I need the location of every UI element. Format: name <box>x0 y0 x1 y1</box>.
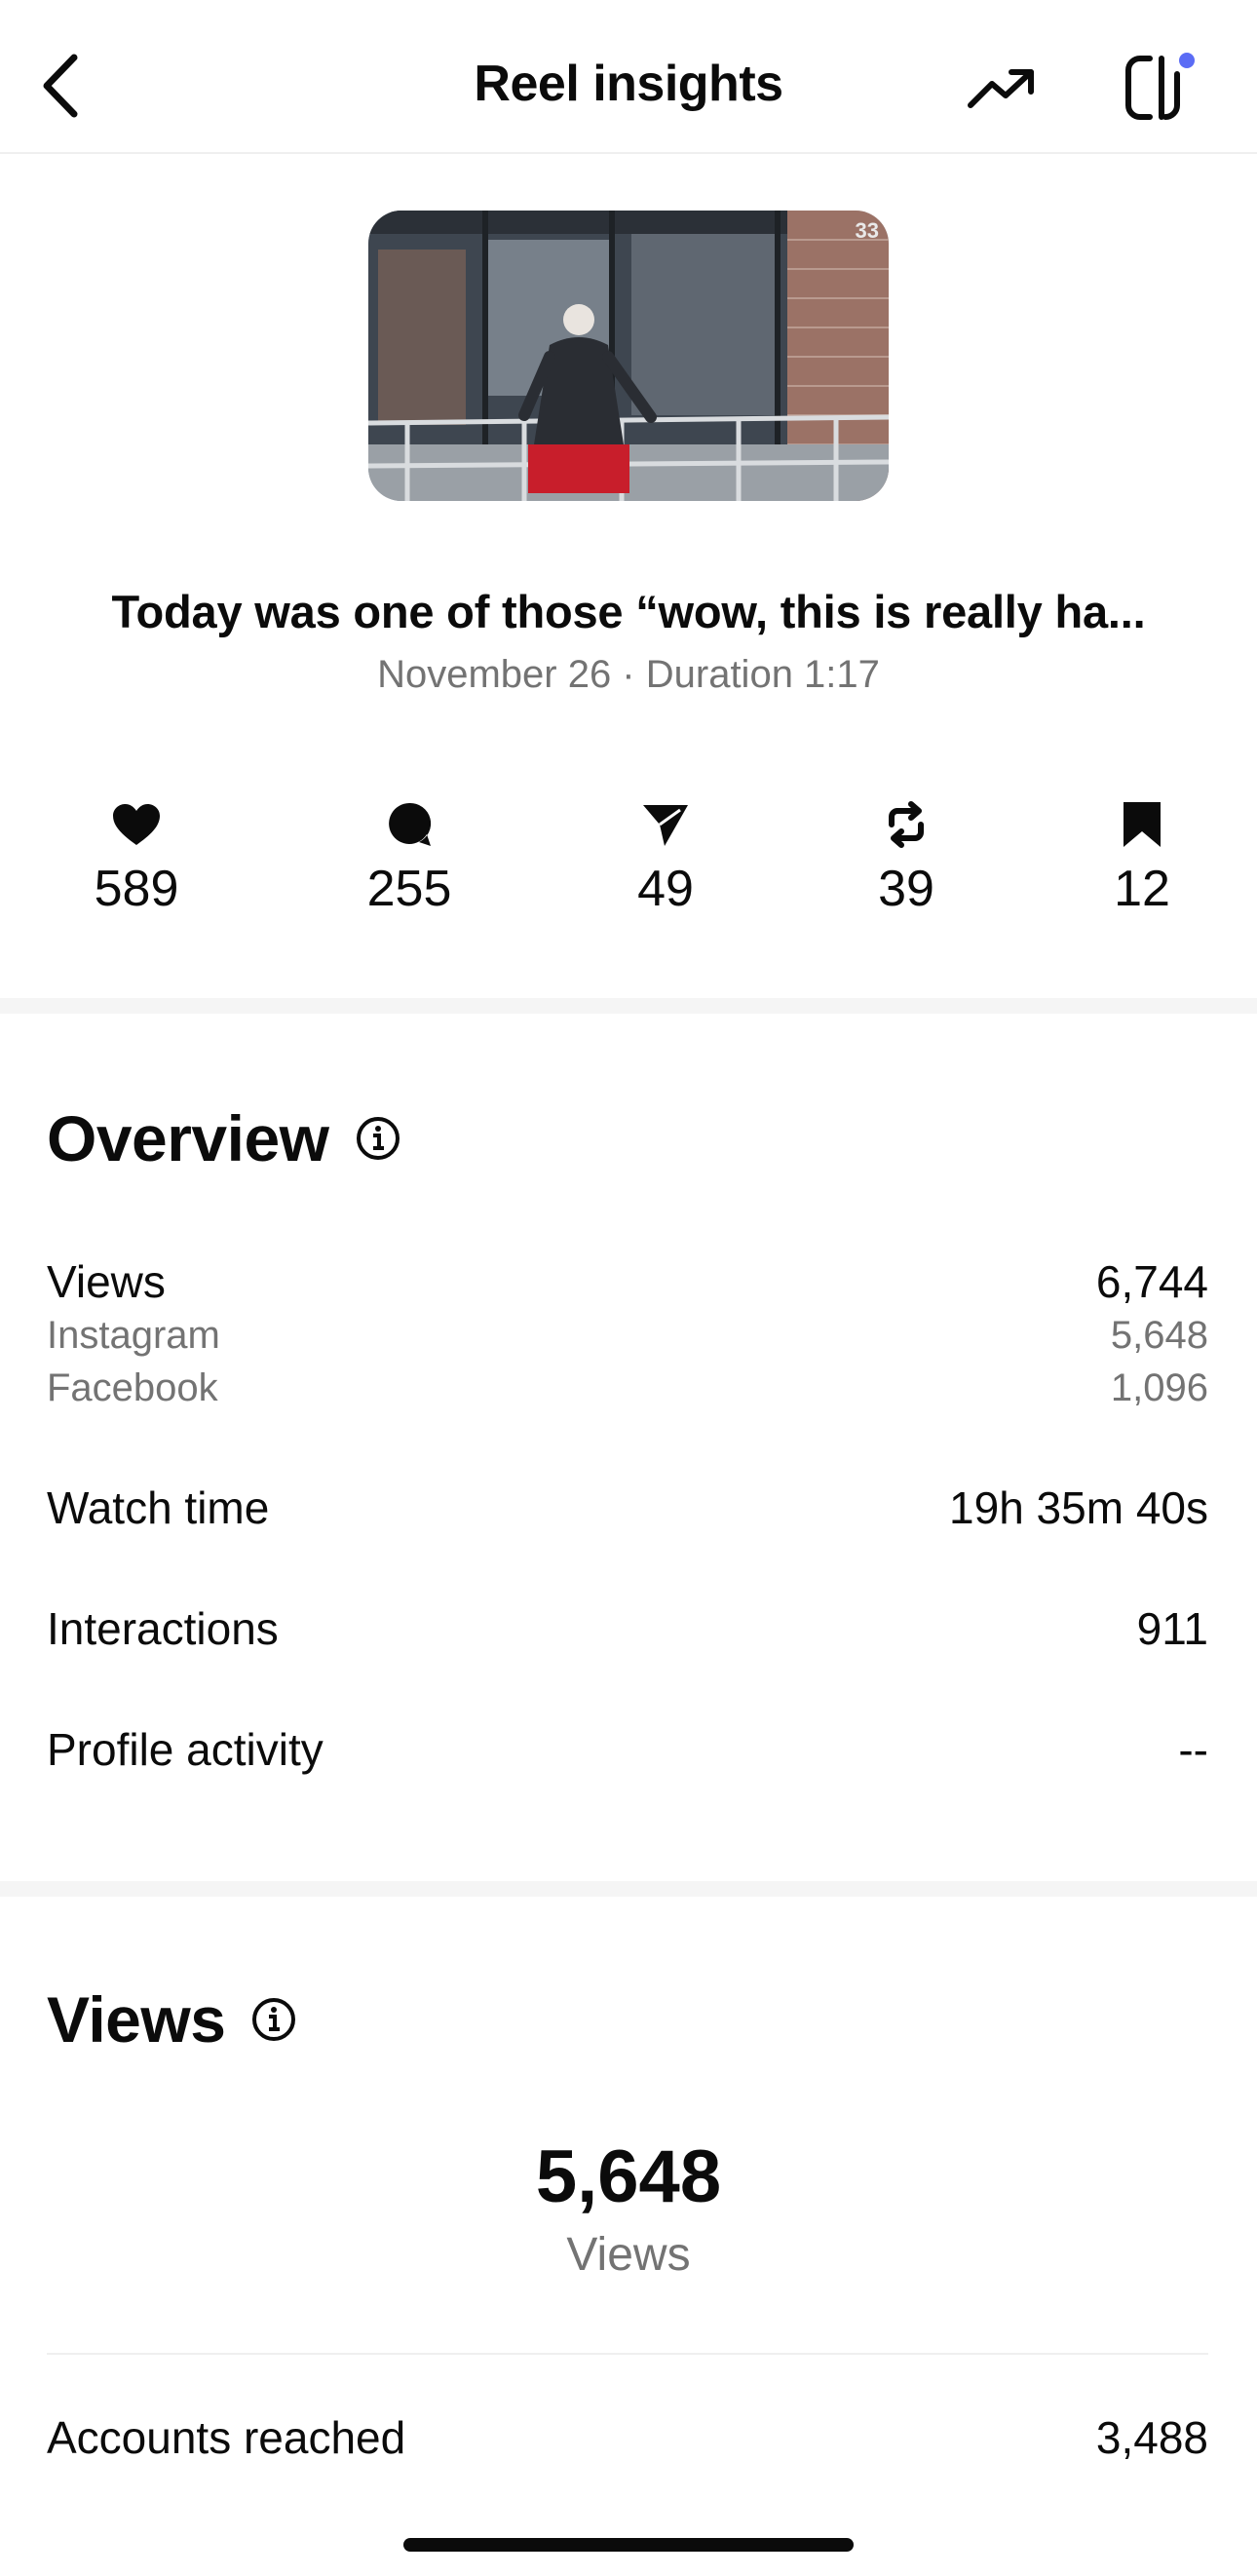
facebook-views-row: Facebook 1,096 <box>47 1366 1208 1410</box>
accounts-reached-row[interactable]: Accounts reached 3,488 <box>47 2411 1208 2464</box>
overview-info-button[interactable] <box>355 1115 401 1162</box>
comments-stat: 255 <box>312 797 507 918</box>
heart-icon <box>113 804 160 845</box>
send-icon <box>643 805 688 846</box>
views-total: 5,648 <box>535 2135 722 2218</box>
interactions-value: 911 <box>1136 1603 1208 1654</box>
divider <box>47 2353 1208 2355</box>
side-panel-button[interactable] <box>1121 45 1199 129</box>
repost-icon <box>889 801 924 848</box>
reposts-stat: 39 <box>809 797 1004 918</box>
views-title: Views <box>47 1983 226 2056</box>
instagram-value: 5,648 <box>1110 1314 1208 1357</box>
views-section-title: Views <box>47 1982 297 2057</box>
views-row[interactable]: Views 6,744 <box>47 1255 1208 1308</box>
views-value: 6,744 <box>1095 1256 1208 1307</box>
likes-count: 589 <box>94 861 179 917</box>
views-info-button[interactable] <box>250 1996 297 2043</box>
profile-activity-label: Profile activity <box>47 1724 324 1775</box>
top-bar: Reel insights <box>0 0 1257 154</box>
reel-meta: November 26 · Duration 1:17 <box>377 653 880 696</box>
reel-caption: Today was one of those “wow, this is rea… <box>111 586 1146 637</box>
home-indicator[interactable] <box>403 2538 854 2552</box>
reel-thumbnail-image <box>368 211 889 501</box>
info-icon <box>252 1998 296 2041</box>
facebook-value: 1,096 <box>1110 1366 1208 1409</box>
info-icon <box>356 1117 400 1160</box>
interactions-row[interactable]: Interactions 911 <box>47 1602 1208 1655</box>
section-divider <box>0 998 1257 1014</box>
trends-button[interactable] <box>965 57 1039 119</box>
views-total-label: Views <box>566 2229 691 2281</box>
profile-activity-row[interactable]: Profile activity -- <box>47 1723 1208 1776</box>
views-label: Views <box>47 1256 166 1307</box>
shares-stat: 49 <box>568 797 763 918</box>
instagram-label: Instagram <box>47 1314 220 1357</box>
shares-count: 49 <box>637 861 694 917</box>
comment-icon <box>389 802 432 846</box>
likes-stat: 589 <box>39 797 234 918</box>
thumbnail-counter: 33 <box>855 218 879 243</box>
watch-time-row[interactable]: Watch time 19h 35m 40s <box>47 1481 1208 1534</box>
reel-thumbnail[interactable]: 33 <box>368 211 889 501</box>
page-title: Reel insights <box>474 56 783 112</box>
side-panel-icon <box>1125 53 1195 120</box>
interactions-label: Interactions <box>47 1603 279 1654</box>
section-divider <box>0 1881 1257 1897</box>
accounts-reached-label: Accounts reached <box>47 2412 406 2463</box>
bookmark-icon <box>1124 802 1161 847</box>
facebook-label: Facebook <box>47 1366 218 1409</box>
overview-title: Overview <box>47 1102 329 1174</box>
trending-up-icon <box>968 69 1034 108</box>
notification-dot <box>1179 53 1195 68</box>
profile-activity-value: -- <box>1178 1724 1208 1775</box>
comments-count: 255 <box>366 861 452 917</box>
watch-time-value: 19h 35m 40s <box>949 1482 1208 1533</box>
reposts-count: 39 <box>878 861 934 917</box>
instagram-views-row: Instagram 5,648 <box>47 1314 1208 1358</box>
saves-stat: 12 <box>1045 797 1239 918</box>
overview-section-title: Overview <box>47 1101 401 1175</box>
accounts-reached-value: 3,488 <box>1095 2412 1208 2463</box>
saves-count: 12 <box>1114 861 1170 917</box>
watch-time-label: Watch time <box>47 1482 270 1533</box>
